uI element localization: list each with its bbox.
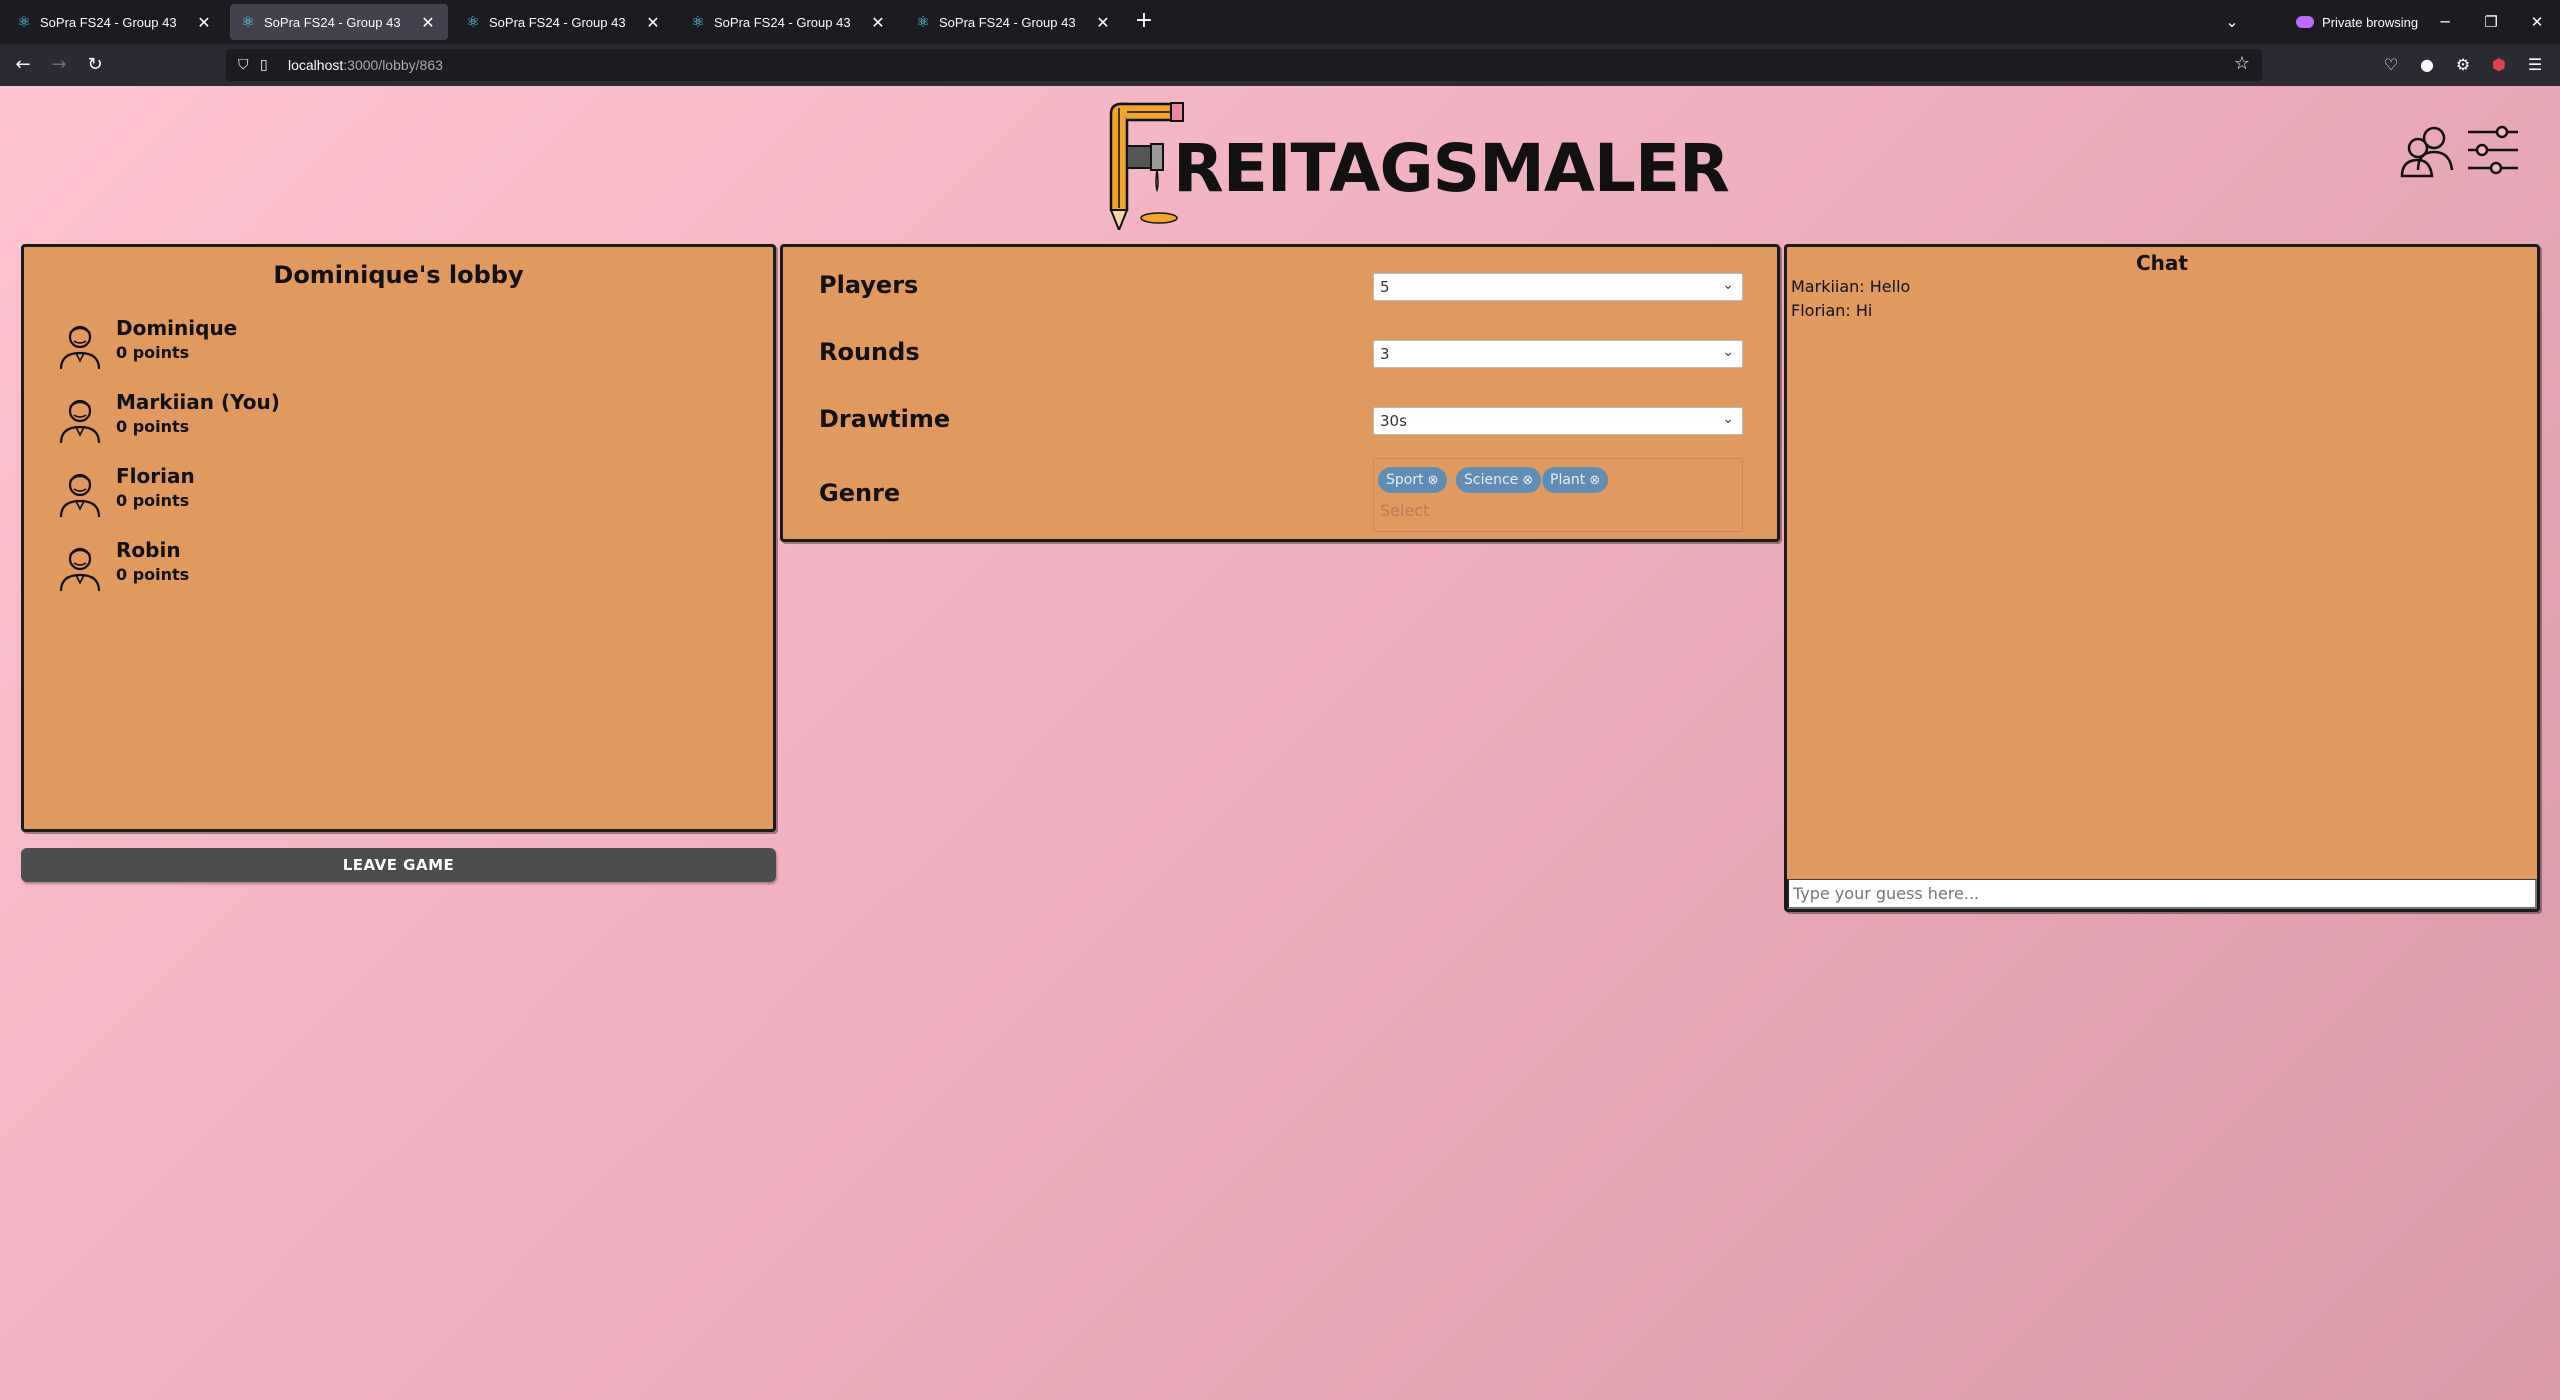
react-favicon-icon: ⚛ (241, 13, 255, 31)
private-mask-icon (2296, 16, 2314, 28)
genre-chip[interactable]: Sport ⊗ (1378, 467, 1447, 493)
ublock-icon[interactable]: ⬢ (2487, 53, 2511, 77)
chevron-down-icon: ⌄ (1722, 277, 1734, 293)
genre-chip[interactable]: Plant ⊗ (1542, 467, 1609, 493)
player-name: Robin (116, 538, 181, 562)
player-points: 0 points (116, 491, 190, 510)
genre-chip-label: Sport (1386, 472, 1424, 488)
remove-chip-icon[interactable]: ⊗ (1522, 473, 1533, 488)
list-all-tabs-icon[interactable]: ⌄ (2220, 10, 2244, 34)
player-entry: Florian 0 points (58, 463, 195, 533)
url-bar[interactable]: ⛉ ▯ localhost:3000/lobby/863 ☆ (226, 49, 2262, 81)
forward-icon[interactable]: → (45, 51, 73, 79)
menu-icon[interactable]: ☰ (2523, 53, 2547, 77)
restore-icon[interactable]: ❐ (2476, 8, 2506, 36)
tab-label: SoPra FS24 - Group 43 (40, 14, 177, 30)
players-setting-label: Players (819, 271, 919, 299)
account-icon[interactable]: ● (2415, 53, 2439, 77)
browser-tab[interactable]: ⚛ SoPra FS24 - Group 43 ✕ (905, 4, 1123, 40)
player-avatar-icon (59, 399, 101, 444)
browser-tab[interactable]: ⚛ SoPra FS24 - Group 43 ✕ (680, 4, 898, 40)
player-avatar-icon (59, 325, 101, 370)
react-favicon-icon: ⚛ (17, 13, 31, 31)
drawtime-select-value: 30s (1380, 412, 1407, 430)
react-favicon-icon: ⚛ (691, 13, 705, 31)
chevron-down-icon: ⌄ (1722, 411, 1734, 427)
player-points: 0 points (116, 343, 190, 362)
player-name: Markiian (You) (116, 390, 280, 414)
chat-panel: Chat Markiian: Hello Florian: Hi (1784, 244, 2540, 912)
minimize-icon[interactable]: ─ (2430, 8, 2460, 36)
extensions-icon[interactable]: ⚙ (2451, 53, 2475, 77)
reload-icon[interactable]: ↻ (81, 51, 109, 79)
players-select[interactable]: 5 ⌄ (1373, 273, 1743, 301)
friends-icon[interactable] (2400, 124, 2456, 180)
genre-setting-label: Genre (819, 479, 901, 507)
tab-close-icon[interactable]: ✕ (643, 13, 663, 32)
rounds-select-value: 3 (1380, 345, 1390, 363)
chat-message: Florian: Hi (1791, 301, 1873, 320)
tab-close-icon[interactable]: ✕ (1093, 13, 1113, 32)
player-entry: Robin 0 points (58, 537, 189, 607)
pocket-icon[interactable]: ♡ (2379, 53, 2403, 77)
private-browsing-label: Private browsing (2322, 14, 2419, 30)
genre-chip-label: Plant (1550, 472, 1586, 488)
settings-sliders-icon[interactable] (2466, 122, 2520, 178)
player-entry: Dominique 0 points (58, 315, 237, 385)
tab-close-icon[interactable]: ✕ (194, 13, 214, 32)
player-avatar-icon (59, 547, 101, 592)
player-name: Dominique (116, 316, 238, 340)
browser-tab-active[interactable]: ⚛ SoPra FS24 - Group 43 ✕ (230, 4, 448, 40)
drawtime-setting-label: Drawtime (819, 405, 951, 433)
react-favicon-icon: ⚛ (466, 13, 480, 31)
player-points: 0 points (116, 417, 190, 436)
shield-icon[interactable]: ⛉ (238, 57, 260, 73)
players-select-value: 5 (1380, 278, 1390, 296)
genre-multiselect[interactable]: Sport ⊗ Science ⊗ Plant ⊗ Select (1373, 458, 1743, 532)
new-tab-button[interactable]: + (1130, 8, 1158, 36)
rounds-setting-label: Rounds (819, 338, 920, 366)
logo-wordmark: REITAGSMALER (1173, 130, 1730, 207)
url-text[interactable]: localhost:3000/lobby/863 (288, 57, 443, 73)
chat-message: Markiian: Hello (1791, 277, 1911, 296)
player-avatar-icon (59, 473, 101, 518)
react-favicon-icon: ⚛ (916, 13, 930, 31)
player-entry: Markiian (You) 0 points (58, 389, 280, 459)
game-settings-panel: Players 5 ⌄ Rounds 3 ⌄ Drawtime 30s ⌄ Ge… (780, 244, 1780, 542)
back-icon[interactable]: ← (9, 51, 37, 79)
browser-nav-bar: ← → ↻ ⛉ ▯ localhost:3000/lobby/863 ☆ ♡ ●… (0, 44, 2560, 86)
rounds-select[interactable]: 3 ⌄ (1373, 340, 1743, 368)
tab-close-icon[interactable]: ✕ (418, 13, 438, 32)
chat-guess-input[interactable] (1787, 879, 2537, 909)
bookmark-star-icon[interactable]: ☆ (2234, 53, 2250, 74)
genre-select-placeholder[interactable]: Select (1380, 501, 1429, 520)
lobby-panel: Dominique's lobby Dominique 0 points Mar… (21, 244, 776, 832)
close-window-icon[interactable]: ✕ (2522, 8, 2552, 36)
browser-tab[interactable]: ⚛ SoPra FS24 - Group 43 ✕ (455, 4, 673, 40)
drawtime-select[interactable]: 30s ⌄ (1373, 407, 1743, 435)
player-points: 0 points (116, 565, 190, 584)
tab-label: SoPra FS24 - Group 43 (714, 14, 851, 30)
genre-chip-label: Science (1464, 472, 1519, 488)
chevron-down-icon: ⌄ (1722, 344, 1734, 360)
tab-label: SoPra FS24 - Group 43 (489, 14, 626, 30)
leave-game-button[interactable]: LEAVE GAME (21, 848, 776, 882)
page-icon: ▯ (260, 57, 268, 73)
player-name: Florian (116, 464, 195, 488)
tab-close-icon[interactable]: ✕ (868, 13, 888, 32)
browser-tab[interactable]: ⚛ SoPra FS24 - Group 43 ✕ (6, 4, 224, 40)
private-browsing-indicator: Private browsing (2296, 10, 2418, 34)
genre-chip[interactable]: Science ⊗ (1456, 467, 1542, 493)
lobby-title: Dominique's lobby (273, 261, 524, 289)
tab-label: SoPra FS24 - Group 43 (939, 14, 1076, 30)
chat-title: Chat (2136, 251, 2188, 275)
browser-tab-bar: ⚛ SoPra FS24 - Group 43 ✕ ⚛ SoPra FS24 -… (0, 0, 2560, 44)
remove-chip-icon[interactable]: ⊗ (1589, 473, 1600, 488)
remove-chip-icon[interactable]: ⊗ (1428, 473, 1439, 488)
page: REITAGSMALER Dominique's lobby Dominique… (0, 86, 2560, 1400)
freitagsmaler-logo: REITAGSMALER (1105, 100, 1730, 230)
tab-label: SoPra FS24 - Group 43 (264, 14, 401, 30)
